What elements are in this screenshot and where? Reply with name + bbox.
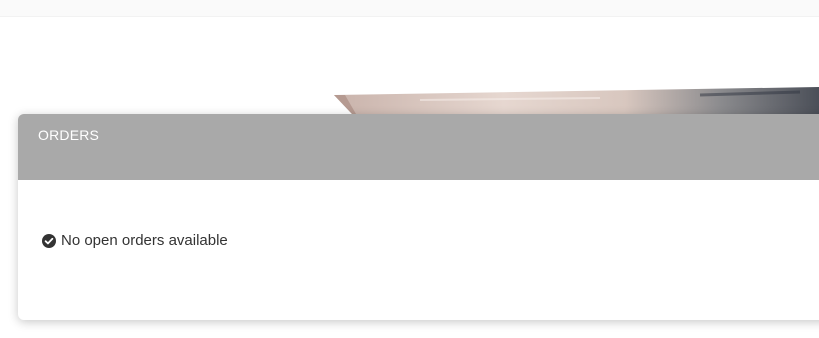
no-orders-status: No open orders available — [42, 232, 228, 249]
no-orders-message: No open orders available — [61, 232, 228, 249]
orders-panel-body: No open orders available — [18, 180, 819, 320]
orders-panel-header: ORDERS — [18, 114, 819, 180]
orders-panel-title: ORDERS — [38, 127, 100, 143]
orders-panel: ORDERS No open orders available — [18, 114, 819, 320]
check-circle-icon — [42, 233, 56, 248]
page: ORDERS No open orders available — [0, 0, 819, 338]
